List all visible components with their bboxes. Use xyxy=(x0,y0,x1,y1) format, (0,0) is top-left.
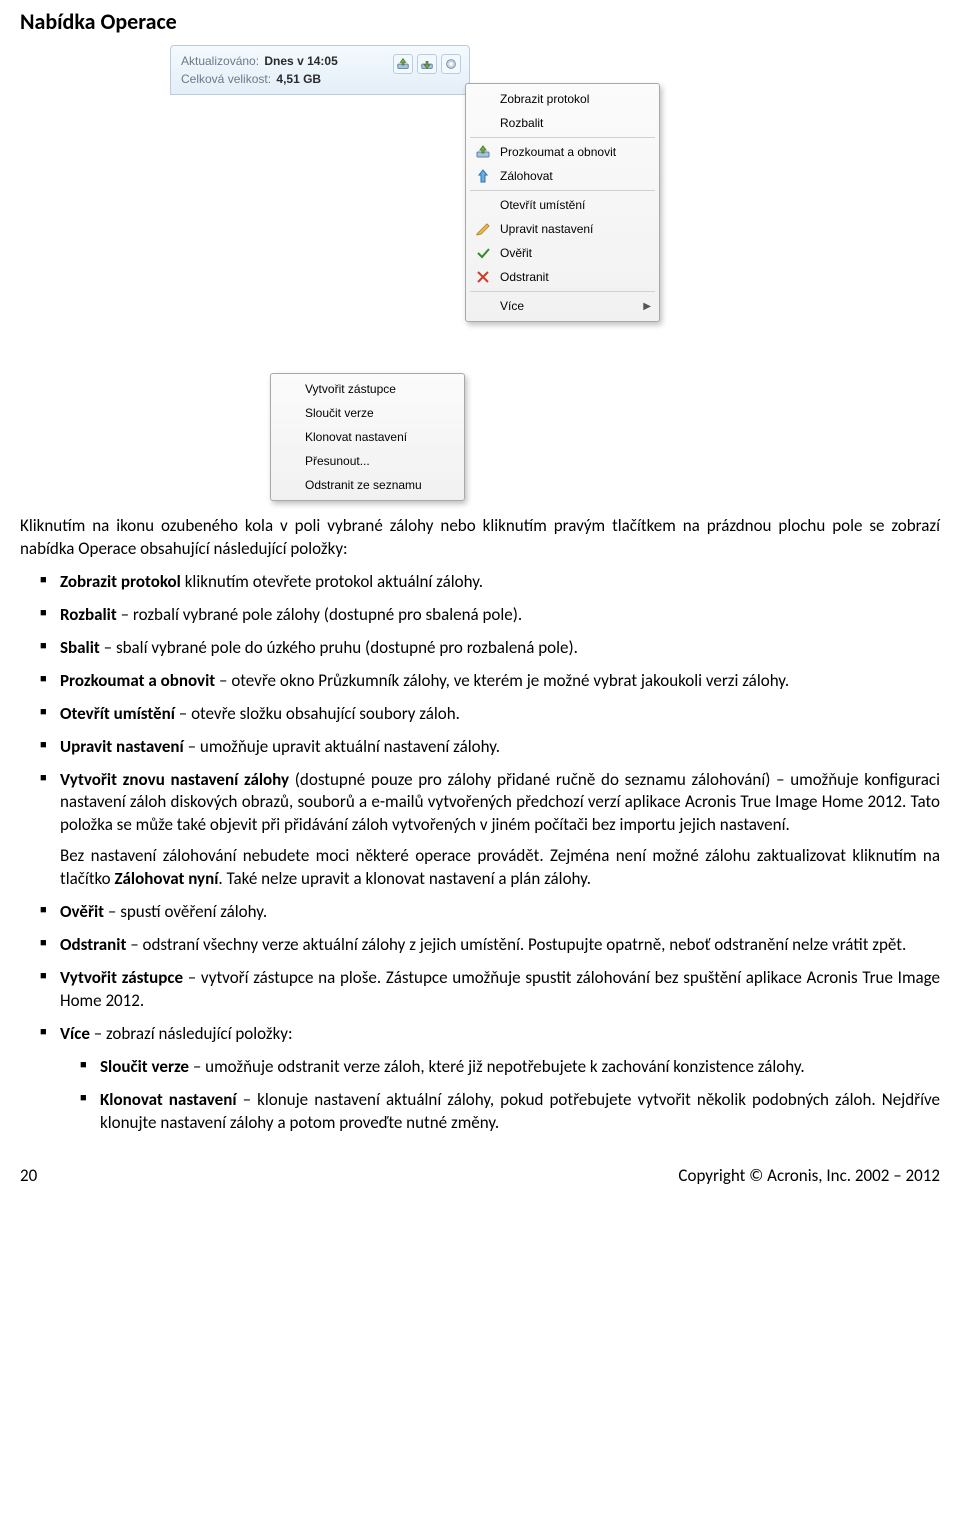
term: Odstranit xyxy=(60,934,126,955)
desc: – spustí ověření zálohy. xyxy=(104,901,267,922)
term: Sbalit xyxy=(60,637,100,658)
term: Ověřit xyxy=(60,901,104,922)
menu-explore-restore[interactable]: Prozkoumat a obnovit xyxy=(466,140,659,164)
term: Sloučit verze xyxy=(100,1056,189,1077)
menu-remove[interactable]: Odstranit xyxy=(466,265,659,289)
submenu-clone-settings[interactable]: Klonovat nastavení xyxy=(271,425,464,449)
menu-label: Odstranit xyxy=(500,270,651,284)
menu-label: Prozkoumat a obnovit xyxy=(500,145,651,159)
list-item: Rozbalit – rozbalí vybrané pole zálohy (… xyxy=(20,604,940,627)
page-number: 20 xyxy=(20,1165,37,1186)
list-item: Více – zobrazí následující položky: Slou… xyxy=(20,1023,940,1135)
page-footer: 20 Copyright © Acronis, Inc. 2002 – 2012 xyxy=(20,1165,940,1186)
menu-separator xyxy=(470,137,655,138)
term: Zobrazit protokol xyxy=(60,571,181,592)
list-item: Ověřit – spustí ověření zálohy. xyxy=(20,901,940,924)
desc: – vytvoří zástupce na ploše. Zástupce um… xyxy=(60,967,940,1011)
menu-label: Zobrazit protokol xyxy=(500,92,651,106)
submenu-merge-versions[interactable]: Sloučit verze xyxy=(271,401,464,425)
updated-label: Aktualizováno: xyxy=(181,54,259,68)
pencil-icon xyxy=(474,220,492,238)
menu-show-protocol[interactable]: Zobrazit protokol xyxy=(466,87,659,111)
menu-label: Sloučit verze xyxy=(305,406,456,420)
desc: – sbalí vybrané pole do úzkého pruhu (do… xyxy=(100,637,578,658)
list-item: Klonovat nastavení – klonuje nastavení a… xyxy=(60,1089,940,1135)
chevron-right-icon: ▶ xyxy=(643,301,651,312)
list-item: Vytvořit znovu nastavení zálohy (dostupn… xyxy=(20,769,940,892)
paragraph: Bez nastavení zálohování nebudete moci n… xyxy=(60,845,940,891)
size-label: Celková velikost: xyxy=(181,72,271,86)
menu-validate[interactable]: Ověřit xyxy=(466,241,659,265)
desc: kliknutím otevřete protokol aktuální zál… xyxy=(181,571,483,592)
backup-icon xyxy=(474,167,492,185)
term: Více xyxy=(60,1023,90,1044)
menu-more[interactable]: Více ▶ xyxy=(466,294,659,318)
desc: – rozbalí vybrané pole zálohy (dostupné … xyxy=(117,604,522,625)
menu-label: Rozbalit xyxy=(500,116,651,130)
term: Rozbalit xyxy=(60,604,117,625)
menu-label: Přesunout... xyxy=(305,454,456,468)
page-title: Nabídka Operace xyxy=(20,8,940,35)
menu-label: Odstranit ze seznamu xyxy=(305,478,456,492)
term: Otevřít umístění xyxy=(60,703,175,724)
menu-backup[interactable]: Zálohovat xyxy=(466,164,659,188)
body-text: Kliknutím na ikonu ozubeného kola v poli… xyxy=(20,515,940,1135)
list-item: Otevřít umístění – otevře složku obsahuj… xyxy=(20,703,940,726)
list-item: Prozkoumat a obnovit – otevře okno Průzk… xyxy=(20,670,940,693)
copyright: Copyright © Acronis, Inc. 2002 – 2012 xyxy=(678,1165,940,1186)
list-item: Vytvořit zástupce – vytvoří zástupce na … xyxy=(20,967,940,1013)
term: Vytvořit zástupce xyxy=(60,967,183,988)
restore-icon[interactable] xyxy=(393,54,413,74)
menu-separator xyxy=(470,291,655,292)
menu-label: Zálohovat xyxy=(500,169,651,183)
desc: – otevře okno Průzkumník zálohy, ve kter… xyxy=(215,670,789,691)
list-item: Sbalit – sbalí vybrané pole do úzkého pr… xyxy=(20,637,940,660)
term: Prozkoumat a obnovit xyxy=(60,670,215,691)
list-item: Sloučit verze – umožňuje odstranit verze… xyxy=(60,1056,940,1079)
menu-label: Vytvořit zástupce xyxy=(305,382,456,396)
intro-paragraph: Kliknutím na ikonu ozubeného kola v poli… xyxy=(20,515,940,561)
menu-expand[interactable]: Rozbalit xyxy=(466,111,659,135)
backup-info-toolbar: Aktualizováno: Dnes v 14:05 Celková veli… xyxy=(170,45,470,95)
submenu-move[interactable]: Přesunout... xyxy=(271,449,464,473)
backup-icon[interactable] xyxy=(417,54,437,74)
menu-label: Klonovat nastavení xyxy=(305,430,456,444)
delete-icon xyxy=(474,268,492,286)
screenshot: Aktualizováno: Dnes v 14:05 Celková veli… xyxy=(170,45,700,495)
menu-label: Ověřit xyxy=(500,246,651,260)
list-item: Zobrazit protokol kliknutím otevřete pro… xyxy=(20,571,940,594)
menu-label: Více xyxy=(500,299,635,313)
desc: – otevře složku obsahující soubory záloh… xyxy=(175,703,460,724)
menu-label: Otevřít umístění xyxy=(500,198,651,212)
list-item: Odstranit – odstraní všechny verze aktuá… xyxy=(20,934,940,957)
submenu-create-shortcut[interactable]: Vytvořit zástupce xyxy=(271,377,464,401)
desc: – odstraní všechny verze aktuální zálohy… xyxy=(126,934,906,955)
check-icon xyxy=(474,244,492,262)
desc: – umožňuje odstranit verze záloh, které … xyxy=(189,1056,805,1077)
submenu-remove-from-list[interactable]: Odstranit ze seznamu xyxy=(271,473,464,497)
term: Klonovat nastavení xyxy=(100,1089,237,1110)
menu-label: Upravit nastavení xyxy=(500,222,651,236)
updated-value: Dnes v 14:05 xyxy=(264,54,337,68)
size-value: 4,51 GB xyxy=(276,72,321,86)
term: Upravit nastavení xyxy=(60,736,184,757)
menu-separator xyxy=(470,190,655,191)
restore-icon xyxy=(474,143,492,161)
list-item: Upravit nastavení – umožňuje upravit akt… xyxy=(20,736,940,759)
gear-icon[interactable] xyxy=(441,54,461,74)
context-menu: Zobrazit protokol Rozbalit Prozkoumat a … xyxy=(465,83,660,322)
desc: – umožňuje upravit aktuální nastavení zá… xyxy=(184,736,500,757)
menu-edit-settings[interactable]: Upravit nastavení xyxy=(466,217,659,241)
term: Vytvořit znovu nastavení zálohy xyxy=(60,769,289,790)
context-submenu: Vytvořit zástupce Sloučit verze Klonovat… xyxy=(270,373,465,501)
desc: – zobrazí následující položky: xyxy=(90,1023,293,1044)
menu-open-location[interactable]: Otevřít umístění xyxy=(466,193,659,217)
